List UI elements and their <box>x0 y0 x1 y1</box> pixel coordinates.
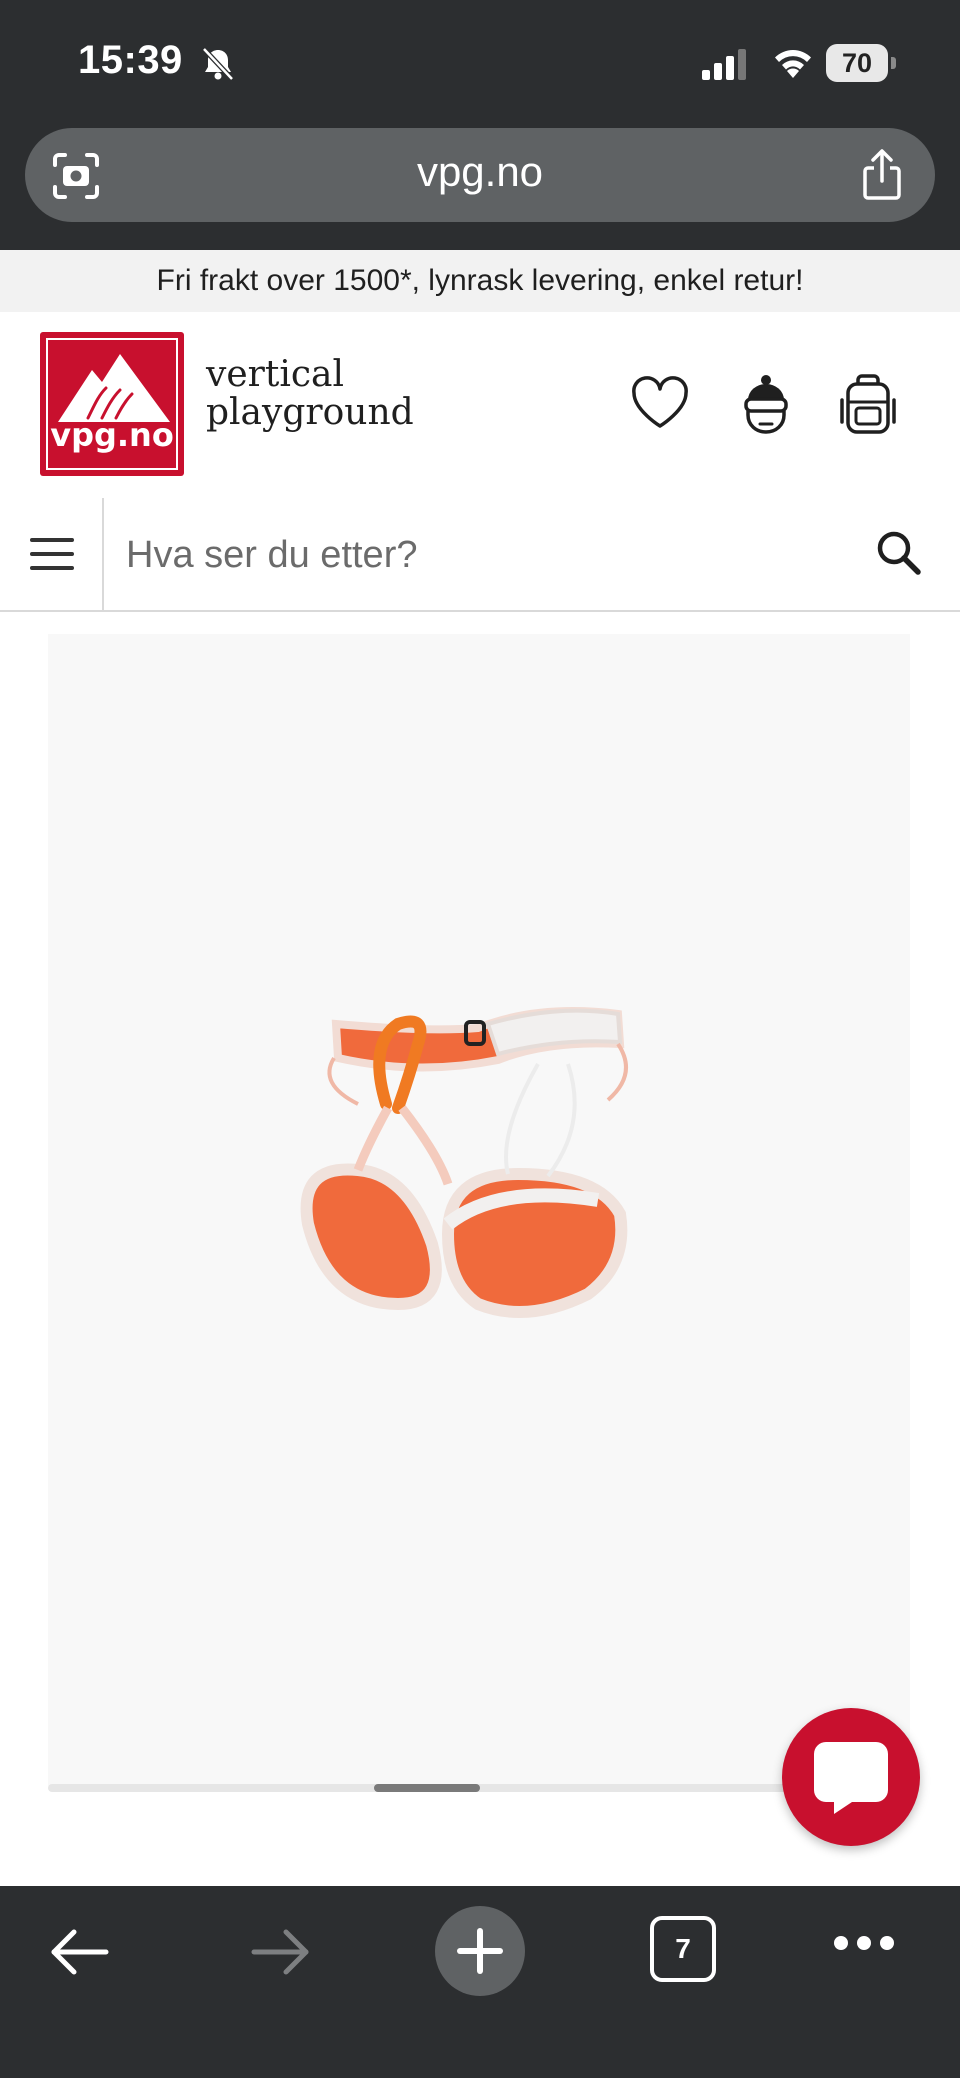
share-icon[interactable] <box>859 148 905 202</box>
tabs-button[interactable]: 7 <box>650 1916 716 1982</box>
chat-button[interactable] <box>782 1708 920 1846</box>
url-text[interactable]: vpg.no <box>25 148 935 196</box>
promo-banner[interactable]: Fri frakt over 1500*, lynrask levering, … <box>0 250 960 312</box>
site-header: vpg.no vertical playground <box>0 312 960 500</box>
search-input[interactable] <box>124 516 828 594</box>
image-carousel-thumb[interactable] <box>374 1784 480 1792</box>
bell-muted-icon <box>202 47 234 81</box>
cellular-signal-icon <box>702 49 746 80</box>
logo-text: vpg.no <box>50 416 174 454</box>
plus-icon <box>457 1928 503 1974</box>
brand-name[interactable]: vertical playground <box>206 356 414 432</box>
menu-button[interactable] <box>0 498 104 610</box>
battery-level: 70 <box>826 44 888 82</box>
heart-icon[interactable] <box>628 372 692 436</box>
hamburger-icon <box>30 538 74 542</box>
back-arrow-icon[interactable] <box>44 1916 116 1988</box>
more-options-icon[interactable] <box>834 1934 894 1954</box>
battery-indicator: 70 <box>826 44 898 82</box>
user-account-icon[interactable] <box>734 372 798 436</box>
product-image[interactable] <box>48 634 910 1786</box>
search-row <box>0 498 960 612</box>
wifi-icon <box>775 50 811 78</box>
status-time: 15:39 <box>78 38 183 82</box>
new-tab-button[interactable] <box>435 1906 525 1996</box>
brand-name-line1: vertical <box>206 354 344 395</box>
climbing-harness-image <box>300 1007 628 1318</box>
address-bar[interactable]: vpg.no <box>25 128 935 222</box>
mountain-logo-icon <box>58 354 170 422</box>
chat-bubble-icon <box>814 1742 888 1814</box>
brand-name-line2: playground <box>206 392 414 433</box>
search-icon[interactable] <box>874 528 924 578</box>
site-logo[interactable]: vpg.no <box>40 332 184 476</box>
backpack-cart-icon[interactable] <box>836 372 900 436</box>
browser-bottom-bar: 7 <box>0 1886 960 2078</box>
browser-toolbar: vpg.no <box>0 128 960 250</box>
forward-arrow-icon[interactable] <box>244 1916 316 1988</box>
status-bar: 15:39 70 <box>0 0 960 128</box>
